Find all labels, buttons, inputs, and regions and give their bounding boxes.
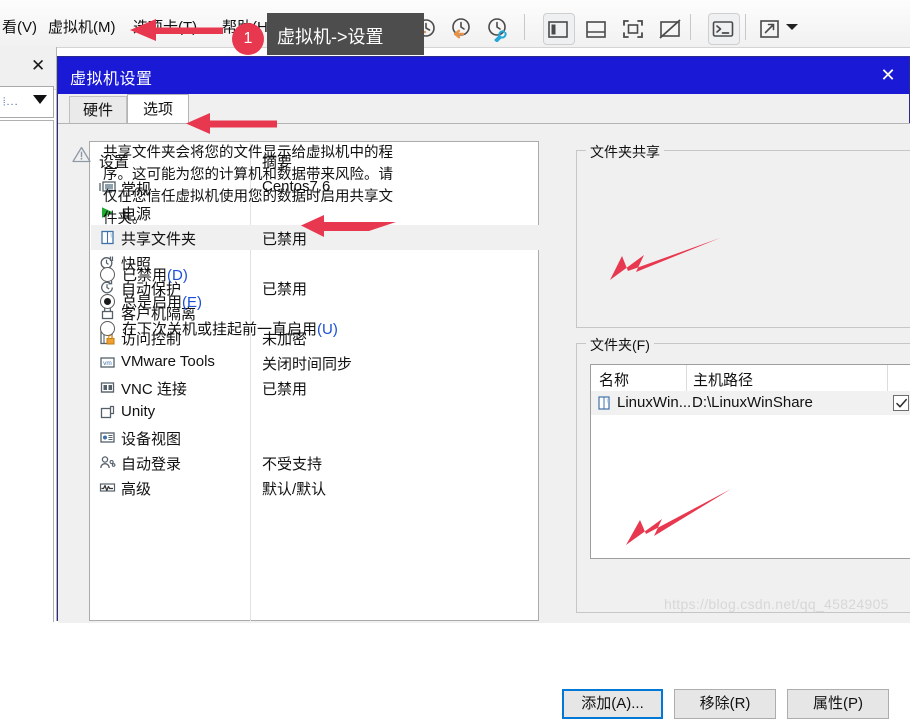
settings-row-vmware-tools[interactable]: vm VMware Tools 关闭时间同步: [91, 350, 539, 375]
device-view-icon: [99, 429, 116, 446]
dialog-title-bar: 虚拟机设置 ✕: [58, 57, 909, 94]
svg-text:vm: vm: [103, 360, 112, 367]
menu-item-tab[interactable]: 选项卡(T): [133, 16, 197, 37]
settings-row-label: 设备视图: [121, 431, 182, 448]
settings-row-summary: 已禁用: [262, 231, 308, 248]
split-pane-icon[interactable]: [545, 16, 571, 42]
folder-sharing-group: 文件夹共享: [576, 142, 910, 328]
settings-row-vnc[interactable]: VNC 连接 已禁用: [91, 375, 539, 400]
settings-row-label: 共享文件夹: [121, 231, 197, 248]
tab-strip: 硬件 选项: [58, 94, 909, 125]
dialog-close-icon[interactable]: ✕: [877, 65, 899, 87]
radio-until-shutdown-label: 在下次关机或挂起前一直启用(U): [122, 321, 338, 338]
toolbar-separator-3: [745, 14, 746, 40]
settings-row-label: VNC 连接: [121, 381, 187, 398]
folders-row-checkbox[interactable]: [893, 395, 909, 411]
unity-icon: [99, 404, 116, 421]
library-dropdown[interactable]: ⦙...: [0, 86, 54, 118]
settings-row-label: 高级: [121, 481, 152, 498]
folders-header-divider-1: [686, 365, 687, 391]
folders-group-title: 文件夹(F): [586, 335, 654, 355]
clock-back-icon[interactable]: [447, 16, 473, 42]
toolbar-separator-1: [524, 14, 525, 40]
folders-column-name: 名称: [599, 372, 630, 389]
settings-row-summary: 已禁用: [262, 281, 308, 298]
settings-row-device-view[interactable]: 设备视图: [91, 425, 539, 450]
folders-row-path: D:\LinuxWinShare: [692, 394, 813, 411]
tab-hardware[interactable]: 硬件: [69, 96, 127, 124]
folders-table[interactable]: 名称 主机路径 LinuxWin... D:\LinuxWinShare: [590, 364, 910, 559]
menu-item-view[interactable]: 看(V): [2, 16, 37, 37]
vnc-icon: [99, 379, 116, 396]
warning-triangle-icon: [72, 146, 91, 163]
folders-column-path: 主机路径: [693, 372, 754, 389]
auto-login-icon: [99, 454, 116, 471]
folder-sharing-group-title: 文件夹共享: [586, 142, 664, 162]
dialog-content: 设置 摘要 常规 Centos7.6 电源 共享文件夹 已禁用 快照 自动保护 …: [58, 123, 910, 719]
dropdown-caret-icon[interactable]: [785, 22, 799, 32]
annotation-tooltip: 虚拟机->设置: [267, 13, 424, 55]
close-icon[interactable]: ✕: [31, 58, 47, 75]
radio-disabled-label: 已禁用(D): [122, 267, 188, 284]
settings-row-summary: 关闭时间同步: [262, 356, 353, 373]
annotation-tooltip-text: 虚拟机->设置: [277, 27, 384, 47]
toolbar-separator-2: [690, 14, 691, 40]
radio-always-enabled-label: 总是启用(E): [122, 294, 203, 311]
settings-row-label: 自动登录: [121, 456, 182, 473]
shared-folder-icon: [99, 229, 116, 246]
remove-button[interactable]: 移除(R): [674, 689, 776, 719]
menu-item-vm[interactable]: 虚拟机(M): [48, 16, 116, 37]
bottom-pane-icon[interactable]: [583, 16, 609, 42]
console-icon[interactable]: [710, 16, 736, 42]
no-screen-icon[interactable]: [657, 16, 683, 42]
advanced-chart-icon: [99, 479, 116, 496]
settings-row-unity[interactable]: Unity: [91, 400, 539, 425]
settings-row-label: Unity: [121, 403, 156, 420]
radio-always-enabled-indicator[interactable]: [100, 294, 115, 309]
chevron-down-icon[interactable]: [33, 95, 47, 104]
folder-sharing-warning-text: 共享文件夹会将您的文件显示给虚拟机中的程序。这可能为您的计算机和数据带来风险。请…: [103, 145, 393, 227]
add-button[interactable]: 添加(A)...: [562, 689, 663, 719]
menu-bar: 看(V) 虚拟机(M) 选项卡(T) 帮助(H): [0, 0, 910, 48]
vmware-tools-icon: vm: [99, 354, 116, 371]
tab-options[interactable]: 选项: [127, 94, 189, 125]
vm-settings-dialog: 虚拟机设置 ✕ 硬件 选项 设置 摘要 常规 Centos7.6 电源 共享文件…: [57, 56, 910, 719]
settings-row-summary: 已禁用: [262, 381, 308, 398]
properties-button[interactable]: 属性(P): [787, 689, 889, 719]
radio-disabled-indicator[interactable]: [100, 267, 115, 282]
library-tree[interactable]: [0, 120, 54, 622]
expand-icon[interactable]: [757, 16, 783, 42]
watermark: https://blog.csdn.net/qq_45824905: [664, 596, 889, 612]
library-dropdown-value: ⦙...: [3, 96, 19, 108]
settings-row-auto-login[interactable]: 自动登录 不受支持: [91, 450, 539, 475]
fullscreen-icon[interactable]: [620, 16, 646, 42]
settings-row-label: VMware Tools: [121, 353, 215, 370]
shared-folder-icon: [597, 395, 612, 411]
settings-row-advanced[interactable]: 高级 默认/默认: [91, 475, 539, 500]
folders-table-row[interactable]: LinuxWin... D:\LinuxWinShare: [591, 391, 910, 415]
folders-table-header: 名称 主机路径: [591, 365, 910, 392]
settings-row-summary: 默认/默认: [262, 481, 327, 498]
folders-header-divider-2: [887, 365, 888, 391]
folders-row-name: LinuxWin...: [617, 394, 692, 411]
library-panel-header: [0, 47, 56, 90]
radio-until-shutdown-indicator[interactable]: [100, 321, 115, 336]
dialog-title: 虚拟机设置: [70, 71, 153, 88]
settings-row-summary: 不受支持: [262, 456, 323, 473]
clock-wrench-icon[interactable]: [484, 16, 510, 42]
annotation-badge-1: 1: [232, 23, 264, 55]
